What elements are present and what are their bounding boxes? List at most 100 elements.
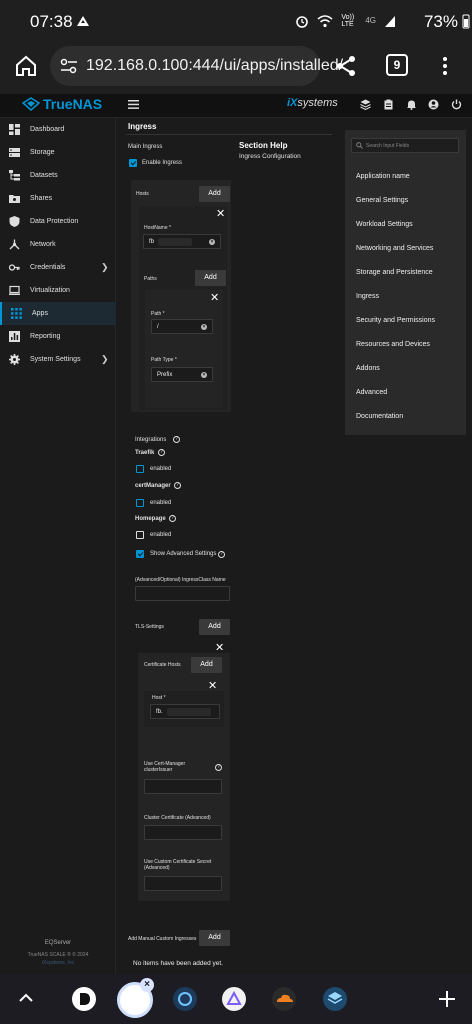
sidebar-item-shares[interactable]: Shares bbox=[0, 187, 116, 210]
address-bar[interactable]: 192.168.0.100:444/ui/apps/installed/ bbox=[50, 46, 343, 86]
sidebar-item-datasets[interactable]: Datasets bbox=[0, 164, 116, 187]
section-link-networking[interactable]: Networking and Services bbox=[356, 245, 433, 252]
sidebar-item-label: System Settings bbox=[30, 356, 81, 363]
hamburger-menu-icon[interactable] bbox=[128, 100, 139, 109]
host-value: fb. bbox=[156, 709, 163, 715]
sidebar-item-data-protection[interactable]: Data Protection bbox=[0, 210, 116, 233]
notifications-bell-icon[interactable] bbox=[406, 99, 417, 110]
section-link-addons[interactable]: Addons bbox=[356, 365, 380, 372]
home-icon[interactable] bbox=[14, 54, 38, 78]
custom-secret-input[interactable] bbox=[144, 876, 222, 891]
truenas-logo[interactable]: TrueNAS bbox=[22, 96, 102, 112]
sidebar-item-label: Virtualization bbox=[30, 287, 70, 294]
homepage-label: Homepage bbox=[135, 516, 166, 522]
shield-icon bbox=[9, 216, 20, 227]
dashboard-icon bbox=[9, 124, 20, 135]
help-icon[interactable]: ? bbox=[218, 551, 225, 558]
cert-manager-issuer-input[interactable] bbox=[144, 779, 222, 794]
clear-input-icon[interactable]: × bbox=[201, 324, 207, 330]
sidebar-item-label: Apps bbox=[32, 310, 48, 317]
dock-app-triangle-icon[interactable] bbox=[222, 987, 246, 1011]
chevron-up-icon[interactable] bbox=[18, 990, 34, 1006]
clear-input-icon[interactable]: × bbox=[209, 239, 215, 245]
add-certificate-host-button[interactable]: Add bbox=[191, 657, 222, 673]
app-dock: × bbox=[0, 974, 472, 1024]
path-input[interactable]: / × bbox=[151, 319, 213, 334]
path-type-select[interactable]: Prefix × bbox=[151, 367, 213, 382]
add-path-button[interactable]: Add bbox=[195, 270, 226, 286]
sidebar-item-dashboard[interactable]: Dashboard bbox=[0, 118, 116, 141]
status-icons: Vo)) LTE 4G bbox=[295, 13, 396, 29]
section-link-documentation[interactable]: Documentation bbox=[356, 413, 403, 420]
section-link-resources[interactable]: Resources and Devices bbox=[356, 341, 430, 348]
help-icon[interactable]: ? bbox=[169, 515, 176, 522]
status-time: 07:38 bbox=[30, 12, 73, 31]
enable-ingress-checkbox[interactable] bbox=[129, 159, 137, 167]
help-icon[interactable]: ? bbox=[173, 436, 180, 443]
certificate-hosts-label: Certificate Hosts bbox=[144, 662, 181, 668]
sidebar-item-reporting[interactable]: Reporting bbox=[0, 325, 116, 348]
sidebar-item-apps[interactable]: Apps bbox=[0, 302, 116, 325]
sidebar-item-label: Datasets bbox=[30, 172, 58, 179]
hostname-input[interactable]: fb × bbox=[143, 234, 221, 249]
ingressclass-input[interactable] bbox=[135, 586, 230, 601]
help-icon[interactable]: ? bbox=[215, 764, 222, 771]
add-manual-ingress-button[interactable]: Add bbox=[199, 930, 230, 946]
section-link-security[interactable]: Security and Permissions bbox=[356, 317, 435, 324]
more-menu-icon[interactable] bbox=[440, 54, 450, 78]
ixsystems-logo: iXsystems bbox=[287, 97, 338, 109]
certmanager-enabled-checkbox[interactable] bbox=[136, 499, 144, 507]
show-advanced-checkbox[interactable] bbox=[136, 550, 144, 558]
truenas-topbar: TrueNAS iXsystems bbox=[0, 94, 472, 118]
paths-label: Paths bbox=[144, 276, 157, 282]
site-settings-icon[interactable] bbox=[60, 58, 78, 74]
remove-host-icon[interactable]: ✕ bbox=[216, 209, 225, 220]
section-link-ingress[interactable]: Ingress bbox=[356, 293, 379, 300]
hostname-label: HostName * bbox=[144, 225, 171, 231]
remove-path-icon[interactable]: ✕ bbox=[210, 293, 219, 304]
integrations-label: Integrations bbox=[135, 437, 167, 443]
add-host-button[interactable]: Add bbox=[199, 186, 230, 202]
add-tls-button[interactable]: Add bbox=[199, 619, 230, 635]
homepage-enabled-checkbox[interactable] bbox=[136, 531, 144, 539]
section-link-workload-settings[interactable]: Workload Settings bbox=[356, 221, 413, 228]
jobs-clipboard-icon[interactable] bbox=[383, 99, 394, 110]
help-icon[interactable]: ? bbox=[158, 449, 165, 456]
android-status-bar: 07:38 Vo)) LTE 4G 73% bbox=[0, 0, 472, 44]
share-icon[interactable] bbox=[334, 54, 358, 78]
host-input[interactable]: fb. bbox=[150, 704, 220, 719]
sidebar-item-system-settings[interactable]: System Settings ❯ bbox=[0, 348, 116, 371]
section-link-general-settings[interactable]: General Settings bbox=[356, 197, 408, 204]
show-advanced-label: Show Advanced Settings bbox=[150, 551, 217, 557]
sidebar-item-credentials[interactable]: Credentials ❯ bbox=[0, 256, 116, 279]
dock-app-cloudflare-icon[interactable] bbox=[272, 987, 296, 1011]
help-icon[interactable]: ? bbox=[174, 482, 181, 489]
sidebar-item-label: Storage bbox=[30, 149, 55, 156]
close-bubble-icon[interactable]: × bbox=[140, 978, 154, 992]
sidebar-item-storage[interactable]: Storage bbox=[0, 141, 116, 164]
sidebar-item-label: Credentials bbox=[30, 264, 66, 271]
cluster-certificate-input[interactable] bbox=[144, 825, 222, 840]
path-type-label: Path Type * bbox=[151, 357, 177, 363]
power-icon[interactable] bbox=[451, 99, 462, 110]
sidebar-item-virtualization[interactable]: Virtualization bbox=[0, 279, 116, 302]
dock-app-blue-icon[interactable] bbox=[173, 987, 197, 1011]
company-link[interactable]: iXsystems, Inc bbox=[0, 960, 116, 966]
section-link-storage[interactable]: Storage and Persistence bbox=[356, 269, 433, 276]
account-icon[interactable] bbox=[428, 99, 439, 110]
dock-app-truenas-icon[interactable] bbox=[323, 987, 347, 1011]
dock-app-d-icon[interactable] bbox=[72, 987, 96, 1011]
truecommand-icon[interactable] bbox=[360, 99, 371, 110]
cert-manager-issuer-line-2: clusterIssuer bbox=[144, 767, 173, 773]
traefik-enabled-checkbox[interactable] bbox=[136, 465, 144, 473]
add-icon[interactable] bbox=[438, 990, 456, 1008]
section-link-advanced[interactable]: Advanced bbox=[356, 389, 387, 396]
search-input[interactable]: Search Input Fields bbox=[351, 138, 459, 153]
section-link-application-name[interactable]: Application name bbox=[356, 173, 410, 180]
url-text[interactable]: 192.168.0.100:444/ui/apps/installed/ bbox=[86, 57, 343, 75]
sidebar-item-network[interactable]: Network bbox=[0, 233, 116, 256]
tab-switcher-button[interactable]: 9 bbox=[386, 54, 408, 76]
clear-input-icon[interactable]: × bbox=[201, 372, 207, 378]
certificate-host-entry: Host * fb. bbox=[144, 691, 224, 727]
section-title: Ingress bbox=[128, 122, 157, 131]
